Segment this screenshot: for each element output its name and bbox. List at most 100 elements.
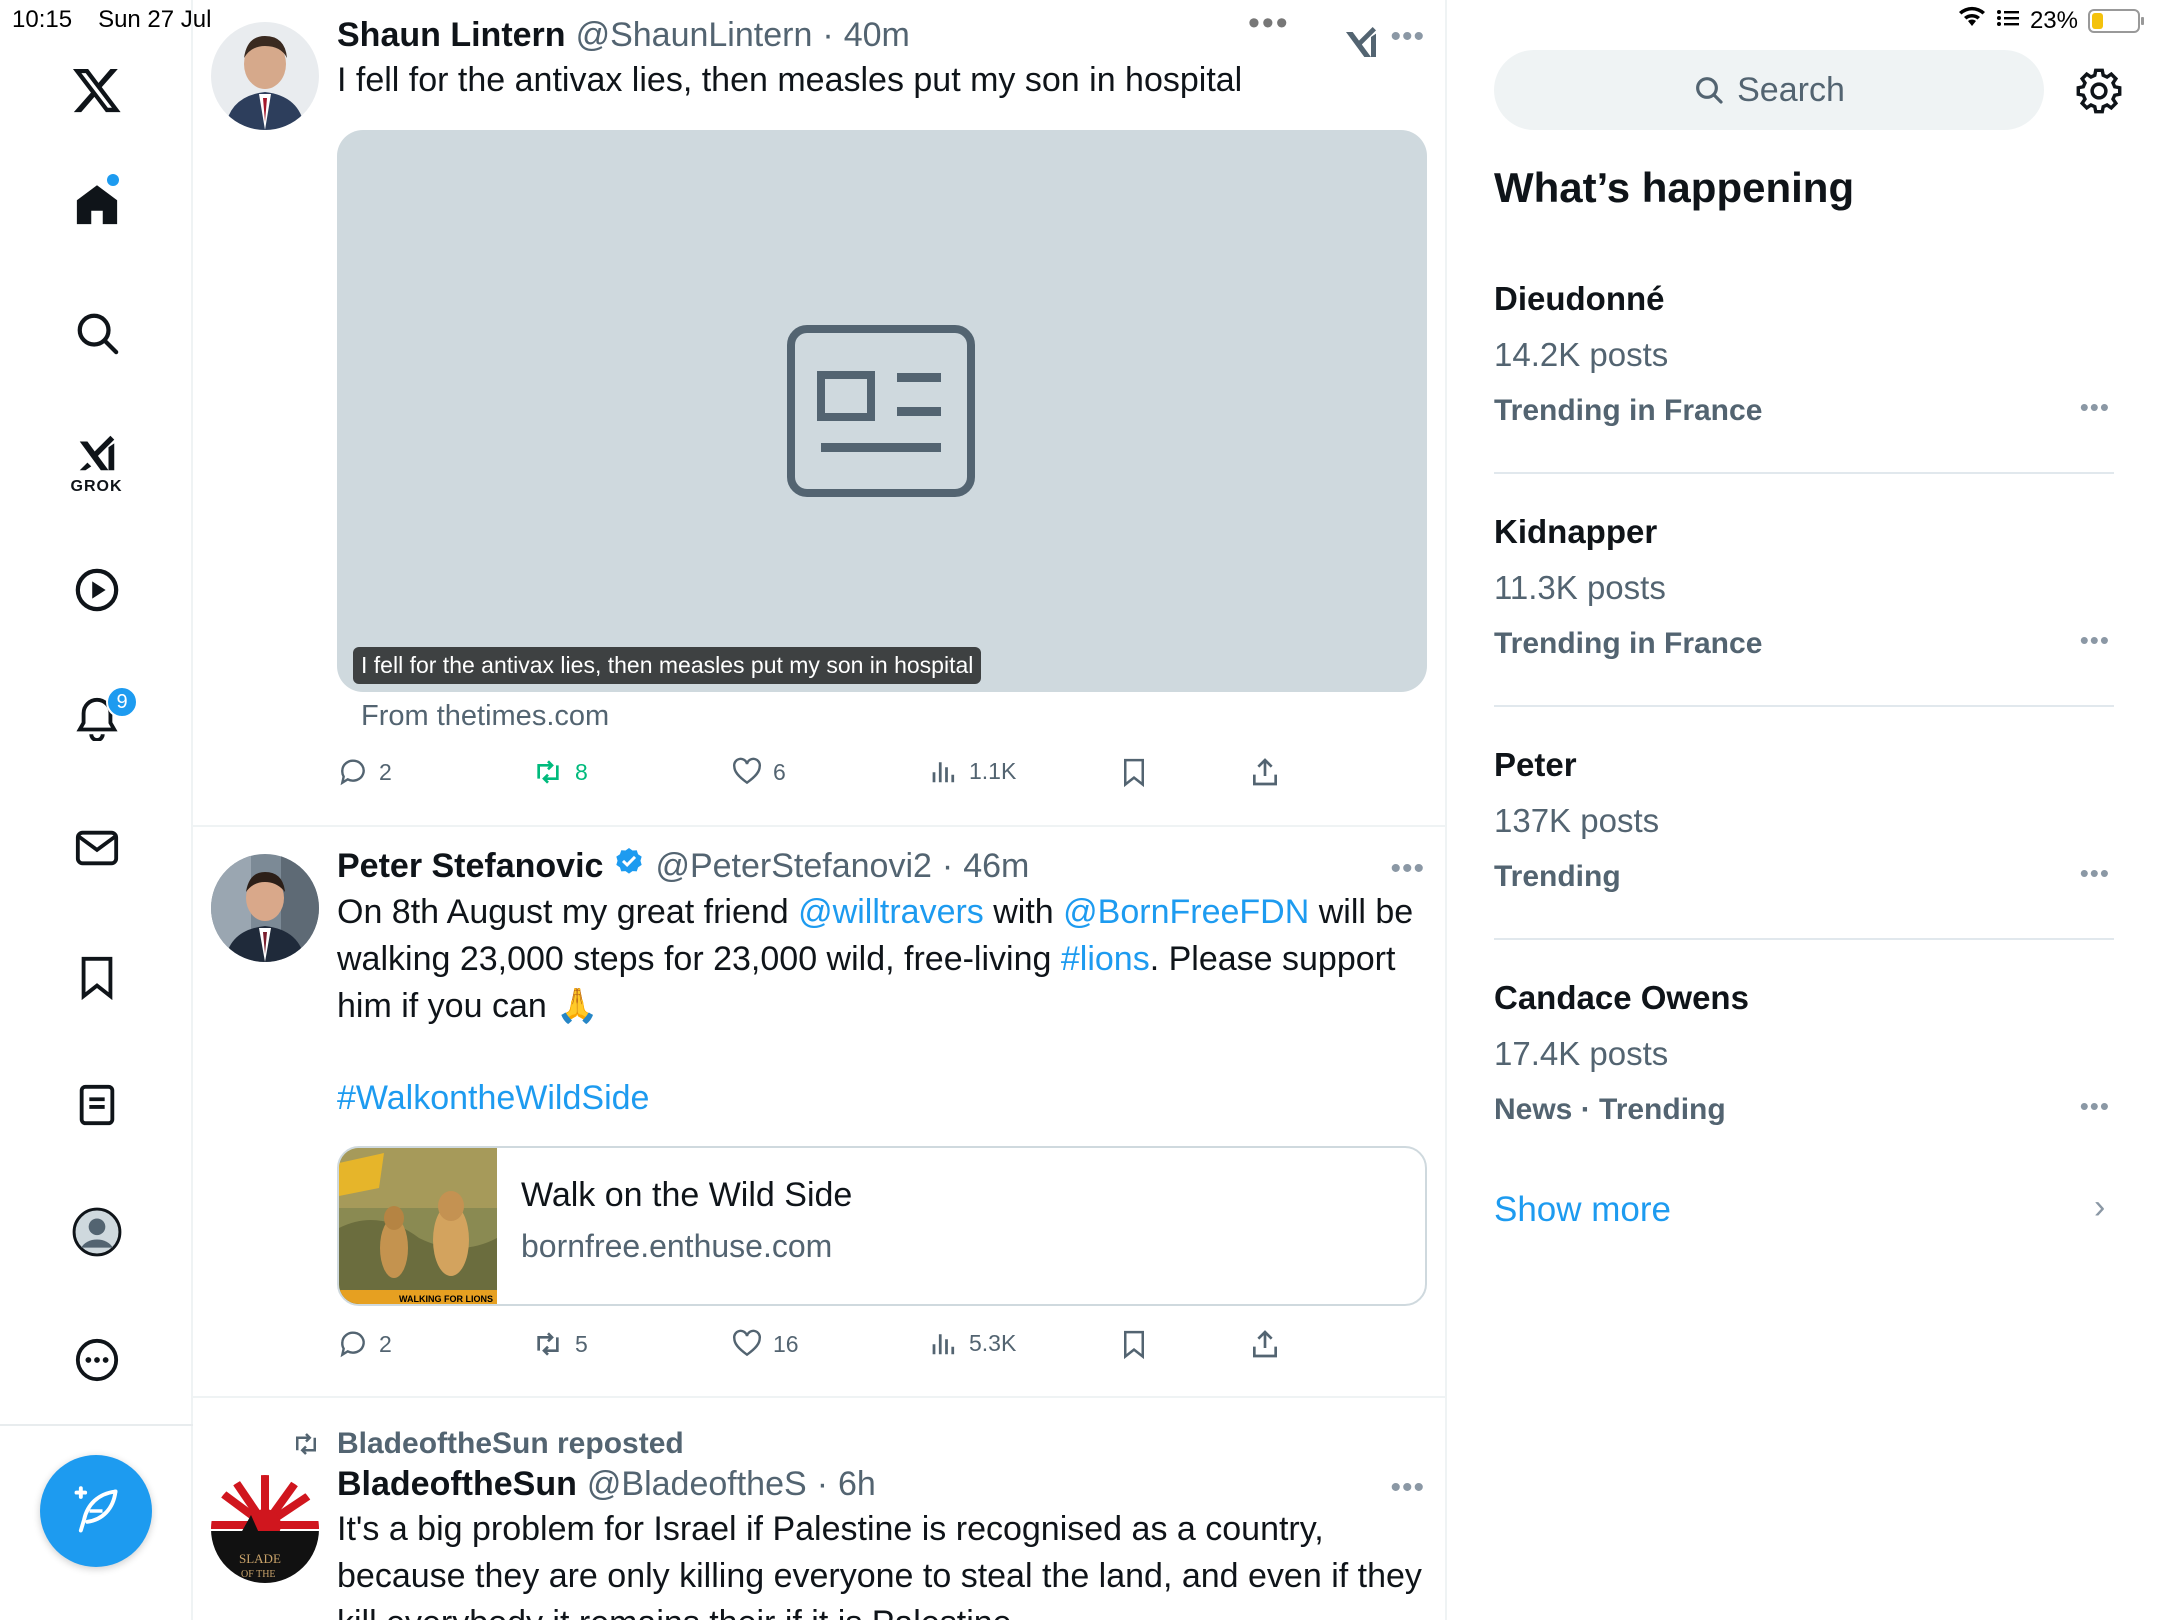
list-icon [79, 1084, 114, 1126]
share-button[interactable] [1249, 1328, 1281, 1360]
right-sidebar: Search What’s happening Dieudonné 14.2K … [1449, 0, 2160, 1620]
x-logo-icon[interactable] [0, 60, 193, 120]
profile-nav-button[interactable] [0, 1202, 193, 1262]
views-button[interactable]: 1.1K [929, 756, 1016, 786]
author-name[interactable]: Shaun Lintern [337, 16, 566, 55]
gear-icon [2076, 68, 2122, 114]
bookmarks-nav-button[interactable] [0, 947, 193, 1007]
like-count: 16 [773, 1330, 799, 1357]
bookmark-button[interactable] [1119, 756, 1149, 788]
post-actions: 2 5 16 5.3K [337, 1328, 1337, 1368]
notifications-nav-button[interactable] [0, 688, 193, 748]
trend-more-button[interactable]: ••• [2080, 1091, 2110, 1122]
messages-nav-button[interactable] [0, 818, 193, 878]
like-button[interactable]: 16 [731, 1328, 799, 1360]
author-name[interactable]: Peter Stefanovic [337, 847, 603, 886]
show-more-link[interactable]: Show more [1494, 1190, 1671, 1230]
repost-count: 5 [575, 1330, 588, 1357]
post-actions: 2 8 6 1.1K [337, 756, 1337, 796]
reply-button[interactable]: 2 [337, 756, 392, 788]
trend-more-button[interactable]: ••• [2080, 625, 2110, 656]
trend-count: 137K posts [1494, 802, 1660, 839]
repost-context[interactable]: BladeoftheSun reposted [289, 1427, 684, 1461]
views-icon [932, 762, 955, 783]
trend-divider [1494, 705, 2114, 707]
repost-icon [537, 1332, 559, 1356]
avatar[interactable]: SLADE OF THE [211, 1475, 319, 1583]
repost-icon [296, 1433, 316, 1455]
share-button[interactable] [1249, 756, 1281, 788]
post-more-button[interactable]: ••• [1390, 20, 1425, 54]
timeline-feed: ••• Shaun Lintern @ShaunLintern · 40m I … [193, 0, 1447, 1620]
post-text: On 8th August my great friend @willtrave… [337, 893, 1414, 1025]
trend-count: 17.4K posts [1494, 1035, 1669, 1072]
home-unread-dot [107, 174, 119, 186]
lists-nav-button[interactable] [0, 1075, 193, 1135]
trend-name: Candace Owens [1494, 979, 1749, 1016]
compose-post-button[interactable] [40, 1455, 152, 1567]
mention-link[interactable]: @BornFreeFDN [1063, 893, 1309, 931]
grok-icon[interactable] [1341, 22, 1381, 67]
like-count: 6 [773, 758, 786, 785]
like-button[interactable]: 6 [731, 756, 786, 788]
heart-icon [733, 757, 761, 785]
repost-icon [537, 760, 559, 784]
views-button[interactable]: 5.3K [929, 1328, 1016, 1358]
hashtag-link[interactable]: #lions [1061, 940, 1150, 978]
left-navigation: GROK 9 [0, 0, 193, 1620]
svg-text:SLADE: SLADE [239, 1551, 281, 1566]
trend-name: Dieudonné [1494, 280, 1665, 317]
hashtag-link[interactable]: #WalkontheWildSide [337, 1079, 649, 1117]
post-divider [193, 1396, 1445, 1398]
post-more-button[interactable]: ••• [1390, 852, 1425, 886]
card-caption: I fell for the antivax lies, then measle… [353, 647, 982, 684]
trend-more-button[interactable]: ••• [2080, 392, 2110, 423]
trend-more-button[interactable]: ••• [2080, 858, 2110, 889]
bookmark-button[interactable] [1119, 1328, 1149, 1360]
avatar[interactable] [211, 22, 319, 130]
nav-divider [0, 1424, 193, 1426]
chevron-right-icon: › [2094, 1188, 2106, 1226]
grok-icon [79, 435, 114, 471]
post-more-button[interactable]: ••• [1390, 1471, 1425, 1505]
link-card-title: Walk on the Wild Side [521, 1176, 853, 1214]
section-title: What’s happening [1494, 164, 1855, 211]
trend-context: Trending in France [1494, 394, 1763, 427]
repost-button[interactable]: 8 [531, 756, 588, 788]
thumb-caption: WALKING FOR LIONS [399, 1294, 493, 1304]
reply-icon [340, 759, 365, 786]
trend-count: 14.2K posts [1494, 336, 1669, 373]
home-nav-button[interactable] [0, 175, 193, 235]
video-nav-button[interactable] [0, 560, 193, 620]
envelope-icon [75, 830, 118, 866]
trend-count: 11.3K posts [1494, 569, 1666, 606]
search-input[interactable]: Search [1494, 50, 2044, 130]
grok-nav-button[interactable]: GROK [0, 428, 193, 498]
author-handle[interactable]: @ShaunLintern [576, 16, 813, 55]
mention-link[interactable]: @willtravers [798, 893, 984, 931]
repost-context-text: BladeoftheSun reposted [337, 1427, 684, 1460]
author-handle[interactable]: @BladeoftheS [587, 1465, 807, 1504]
reply-button[interactable]: 2 [337, 1328, 392, 1360]
post-time[interactable]: 46m [963, 847, 1029, 886]
explore-nav-button[interactable] [0, 303, 193, 363]
reply-icon [340, 1331, 365, 1358]
profile-icon [72, 1207, 121, 1257]
views-icon [932, 1334, 955, 1355]
notifications-badge: 9 [106, 686, 138, 718]
post-time[interactable]: 40m [844, 16, 910, 55]
post-time[interactable]: 6h [838, 1465, 876, 1504]
search-icon [77, 313, 118, 355]
repost-button[interactable]: 5 [531, 1328, 588, 1360]
avatar[interactable] [211, 854, 319, 962]
verified-badge-icon [613, 846, 645, 887]
more-nav-button[interactable] [0, 1330, 193, 1390]
settings-button[interactable] [2076, 68, 2122, 119]
reply-count: 2 [379, 1330, 392, 1357]
link-preview-card[interactable]: I fell for the antivax lies, then measle… [337, 130, 1427, 692]
author-name[interactable]: BladeoftheSun [337, 1465, 577, 1504]
views-count: 5.3K [969, 1329, 1017, 1356]
link-preview-card[interactable]: WALKING FOR LIONS Walk on the Wild Side … [337, 1146, 1427, 1306]
card-source[interactable]: From thetimes.com [361, 700, 609, 733]
author-handle[interactable]: @PeterStefanovi2 [655, 847, 931, 886]
